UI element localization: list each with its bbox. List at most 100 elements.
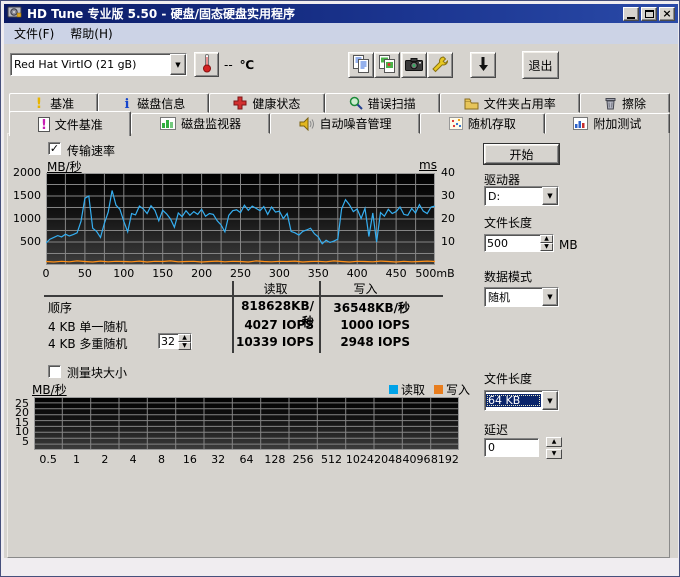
- tab-aam[interactable]: 自动噪音管理: [270, 113, 420, 134]
- tab-folder-usage[interactable]: 文件夹占用率: [440, 93, 580, 113]
- cross-icon: [233, 96, 247, 110]
- minimize-button[interactable]: [623, 7, 639, 21]
- copy-image-icon: [377, 54, 397, 77]
- options-button[interactable]: [427, 52, 453, 78]
- tick-label: 400: [347, 267, 368, 280]
- check-icon: ✓: [50, 143, 59, 154]
- transfer-rate-checkbox[interactable]: ✓: [48, 142, 61, 155]
- tick-label: 4096: [403, 453, 431, 466]
- chart2-y-unit: MB/秒: [32, 381, 67, 398]
- tab-error-scan[interactable]: 错误扫描: [325, 93, 440, 113]
- 4k-multi-write-value: 2948 IOPS: [321, 335, 410, 349]
- thermometer-icon: [201, 53, 213, 76]
- read-column-header: 读取: [232, 280, 319, 297]
- transfer-chart-canvas: [46, 173, 435, 265]
- trash-icon: [604, 96, 617, 110]
- transfer-rate-label: 传输速率: [67, 142, 115, 159]
- spin-up-icon[interactable]: ▲: [540, 235, 553, 243]
- exit-button[interactable]: 退出: [522, 51, 559, 79]
- tab-label: 附加测试: [593, 115, 641, 132]
- block-length-label: 文件长度: [484, 370, 532, 387]
- close-button[interactable]: ×: [659, 7, 675, 21]
- download-button[interactable]: [470, 52, 496, 78]
- chevron-down-icon[interactable]: ▼: [542, 391, 558, 410]
- data-mode-label: 数据模式: [484, 268, 532, 285]
- file-length-value: 500: [485, 235, 540, 251]
- tab-label: 文件夹占用率: [484, 95, 556, 112]
- tick-label: 0: [43, 267, 50, 280]
- tab-random-access[interactable]: 随机存取: [420, 113, 544, 134]
- maximize-icon: [645, 10, 654, 18]
- block-length-select[interactable]: 64 KB ▼: [484, 390, 559, 411]
- tab-disk-monitor[interactable]: 磁盘监视器: [131, 113, 269, 134]
- camera-icon: [404, 56, 424, 75]
- start-button[interactable]: 开始: [484, 144, 559, 164]
- chevron-down-icon[interactable]: ▼: [542, 288, 558, 306]
- spin-down-icon[interactable]: ▼: [178, 342, 191, 350]
- chart2-legend: 读取 写入: [389, 381, 470, 398]
- spin-down-icon[interactable]: ▼: [540, 243, 553, 251]
- file-length-spinner[interactable]: 500 ▲▼: [484, 234, 554, 252]
- svg-text:i: i: [125, 97, 130, 110]
- temperature-value: --: [224, 58, 233, 72]
- tick-label: 1024: [346, 453, 374, 466]
- tick-label: 32: [211, 453, 225, 466]
- spin-up-icon[interactable]: ▲: [178, 334, 191, 342]
- tick-label: 30: [441, 189, 455, 202]
- delay-input[interactable]: 0: [484, 438, 539, 457]
- chart1-y-right-ticks: 10203040: [438, 173, 470, 265]
- svg-text:!: !: [36, 96, 42, 110]
- drive-select[interactable]: Red Hat VirtIO (21 gB) ▼: [10, 53, 187, 76]
- block-size-checkbox[interactable]: [48, 365, 61, 378]
- tick-label: 128: [264, 453, 285, 466]
- screenshot-button[interactable]: [401, 52, 427, 78]
- tab-row-2: !文件基准 磁盘监视器 自动噪音管理 随机存取 附加测试: [9, 113, 670, 134]
- tick-label: 450: [386, 267, 407, 280]
- legend-read-swatch: [389, 385, 398, 394]
- 4k-single-write-value: 1000 IOPS: [321, 318, 410, 332]
- tab-label: 健康状态: [252, 95, 300, 112]
- copy-text-button[interactable]: [348, 52, 374, 78]
- temperature-button[interactable]: [194, 52, 219, 77]
- tab-label: 自动噪音管理: [320, 115, 392, 132]
- magnifier-icon: [349, 96, 363, 110]
- chart1-x-ticks: 050100150200250300350400450500mB: [46, 267, 446, 281]
- bars-icon: [160, 117, 176, 130]
- tab-label: 磁盘监视器: [181, 115, 241, 132]
- chart2-y-ticks: 510152025: [3, 397, 32, 450]
- tick-label: 40: [441, 166, 455, 179]
- menu-item-help[interactable]: 帮助(H): [62, 22, 120, 45]
- info-icon: i: [122, 96, 132, 110]
- delay-spin-down[interactable]: ▼: [546, 449, 562, 459]
- queue-depth-spinner[interactable]: 32 ▲▼: [158, 333, 192, 349]
- tab-disk-info[interactable]: i磁盘信息: [98, 93, 209, 113]
- chart1-y-right-unit: ms: [419, 158, 437, 172]
- tick-label: 20: [441, 212, 455, 225]
- tick-label: 8192: [431, 453, 459, 466]
- menu-item-file[interactable]: 文件(F): [6, 22, 62, 45]
- block-size-chart-canvas: [34, 397, 459, 450]
- tick-label: 1: [73, 453, 80, 466]
- window-title: HD Tune 专业版 5.50 - 硬盘/固态硬盘实用程序: [27, 5, 621, 22]
- tab-health[interactable]: 健康状态: [209, 93, 324, 113]
- menubar: 文件(F) 帮助(H): [4, 23, 678, 44]
- tab-benchmark[interactable]: !基准: [9, 93, 98, 113]
- maximize-button[interactable]: [641, 7, 657, 21]
- delay-spin-up[interactable]: ▲: [546, 437, 562, 447]
- chevron-down-icon[interactable]: ▼: [542, 187, 558, 205]
- tab-file-benchmark[interactable]: !文件基准: [9, 111, 131, 136]
- tab-label: 擦除: [622, 95, 646, 112]
- block-size-label: 测量块大小: [67, 364, 127, 381]
- tick-label: 100: [113, 267, 134, 280]
- target-drive-select[interactable]: D: ▼: [484, 186, 559, 206]
- tab-label: 错误扫描: [368, 95, 416, 112]
- copy-image-button[interactable]: [374, 52, 400, 78]
- tab-erase[interactable]: 擦除: [580, 93, 670, 113]
- tick-label: 256: [293, 453, 314, 466]
- tick-label: 500: [20, 235, 41, 248]
- chevron-down-icon[interactable]: ▼: [170, 54, 186, 75]
- data-mode-select[interactable]: 随机 ▼: [484, 287, 559, 307]
- legend-write-label: 写入: [446, 381, 470, 398]
- mb-unit-label: MB: [559, 238, 578, 252]
- tab-extra-tests[interactable]: 附加测试: [545, 113, 670, 134]
